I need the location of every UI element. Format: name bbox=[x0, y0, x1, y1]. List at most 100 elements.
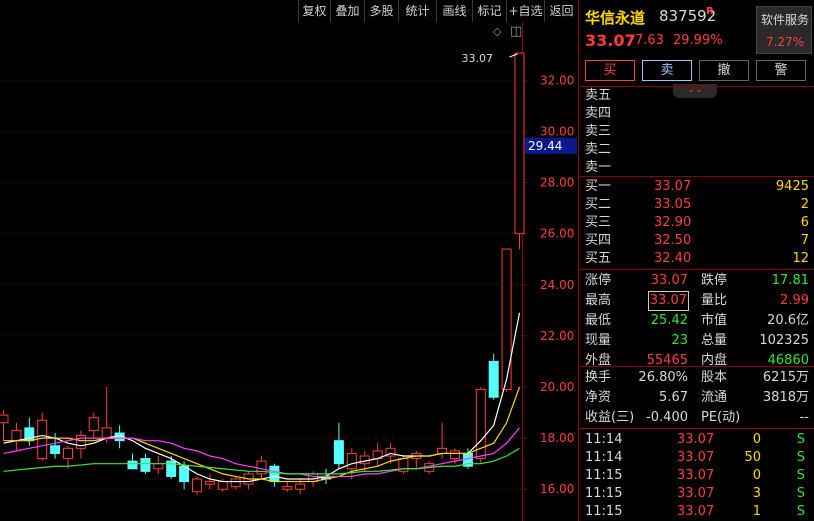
ask-row: 卖五 bbox=[579, 87, 814, 105]
stat-value: 33.07 bbox=[647, 291, 690, 311]
tick-time: 11:14 bbox=[585, 450, 623, 465]
y-tick-label: 28.00 bbox=[540, 176, 574, 190]
candle-body bbox=[0, 414, 9, 424]
alert-button[interactable]: 警 bbox=[756, 60, 806, 81]
back-button[interactable]: 返回 bbox=[544, 0, 578, 22]
restore-rights-button[interactable]: 复权 bbox=[298, 0, 330, 22]
stat-value: -0.400 bbox=[646, 410, 688, 425]
candle-body bbox=[75, 435, 86, 449]
bid-label: 买五 bbox=[585, 251, 612, 266]
bid-price: 32.50 bbox=[654, 233, 692, 248]
bid-row: 买三 32.90 6 bbox=[579, 214, 814, 232]
candle-body bbox=[63, 447, 73, 460]
tick-time: 11:14 bbox=[585, 432, 623, 447]
stat-value: 23 bbox=[671, 333, 688, 348]
chart-toolbar: 复权 叠加 多股 统计 画线 标记 +自选 返回 bbox=[0, 0, 578, 22]
stat-value: 17.81 bbox=[771, 273, 809, 288]
tick-time: 11:15 bbox=[585, 468, 623, 483]
candle-body bbox=[192, 478, 202, 493]
bid-volume: 12 bbox=[792, 251, 809, 266]
ask-label: 卖一 bbox=[585, 160, 612, 175]
candle-body bbox=[295, 483, 306, 490]
stat-label: 总量 bbox=[701, 333, 728, 348]
tick-row: 11:15 33.07 1 S bbox=[579, 503, 814, 521]
candle-body bbox=[217, 481, 228, 490]
stat-row: 净资 5.67 流通 3818万 bbox=[579, 389, 814, 407]
statistics-button[interactable]: 统计 bbox=[398, 0, 436, 22]
divider bbox=[579, 366, 814, 367]
candle-body bbox=[514, 52, 525, 235]
tick-side: S bbox=[796, 486, 805, 501]
candle-body bbox=[333, 440, 344, 465]
tick-row: 11:15 33.07 3 S bbox=[579, 485, 814, 503]
stat-row: 现量 23 总量 102325 bbox=[579, 332, 814, 350]
ask-row: 卖三 bbox=[579, 123, 814, 141]
tick-price: 33.07 bbox=[677, 486, 715, 501]
bid-label: 买三 bbox=[585, 215, 612, 230]
kline-chart[interactable]: 32.00 30.00 28.00 26.00 24.00 22.00 20.00 18.00… bbox=[0, 22, 578, 521]
stat-row: 最低 25.42 市值 20.6亿 bbox=[579, 312, 814, 330]
tick-volume: 3 bbox=[752, 486, 761, 501]
stat-value: -- bbox=[799, 410, 809, 425]
bid-volume: 2 bbox=[800, 197, 809, 212]
stat-label: 现量 bbox=[585, 333, 612, 348]
candle-body bbox=[37, 419, 48, 460]
divider bbox=[579, 428, 814, 429]
candle-body bbox=[88, 417, 99, 431]
draw-line-button[interactable]: 画线 bbox=[436, 0, 472, 22]
sell-button[interactable]: 卖 bbox=[642, 60, 692, 81]
multi-stock-button[interactable]: 多股 bbox=[364, 0, 398, 22]
ask-label: 卖四 bbox=[585, 106, 612, 121]
candle-body bbox=[140, 458, 151, 472]
add-watchlist-button[interactable]: +自选 bbox=[506, 0, 544, 22]
bid-price: 32.40 bbox=[654, 251, 692, 266]
divider bbox=[579, 269, 814, 270]
stat-value: 25.42 bbox=[650, 313, 688, 328]
bid-volume: 9425 bbox=[775, 179, 809, 194]
quote-panel: 华信永道 837592 R 软件服务 7.27% 33.07 7.63 29.9… bbox=[578, 0, 814, 521]
stat-label: 内盘 bbox=[701, 353, 728, 368]
y-tick-label: 30.00 bbox=[540, 124, 574, 138]
stat-label: PE(动) bbox=[701, 410, 741, 425]
high-marker-label: 33.07 bbox=[462, 52, 494, 65]
tick-volume: 1 bbox=[752, 504, 761, 519]
tick-row: 11:15 33.07 0 S bbox=[579, 467, 814, 485]
stat-value: 26.80% bbox=[638, 370, 688, 385]
tick-price: 33.07 bbox=[677, 432, 715, 447]
price-change-pct: 29.99% bbox=[673, 33, 723, 48]
y-tick-label: 32.00 bbox=[540, 73, 574, 87]
tick-side: S bbox=[796, 504, 805, 519]
stat-value: 20.6亿 bbox=[767, 313, 809, 328]
overlay-button[interactable]: 叠加 bbox=[330, 0, 364, 22]
buy-button[interactable]: 买 bbox=[585, 60, 635, 81]
diamond-icon[interactable]: ◇ bbox=[493, 25, 501, 38]
ask-label: 卖五 bbox=[585, 88, 612, 103]
stat-label: 股本 bbox=[701, 370, 728, 385]
tick-time: 11:15 bbox=[585, 504, 623, 519]
bid-row: 买一 33.07 9425 bbox=[579, 178, 814, 196]
stat-value: 55465 bbox=[646, 353, 688, 368]
tick-price: 33.07 bbox=[677, 468, 715, 483]
ask-row: 卖四 bbox=[579, 105, 814, 123]
cancel-order-button[interactable]: 撤 bbox=[699, 60, 749, 81]
stat-row: 换手 26.80% 股本 6215万 bbox=[579, 369, 814, 387]
mark-button[interactable]: 标记 bbox=[472, 0, 506, 22]
candle-body bbox=[11, 429, 22, 442]
sector-label: 软件服务 bbox=[760, 13, 809, 27]
bid-label: 买四 bbox=[585, 233, 612, 248]
bid-row: 买五 32.40 12 bbox=[579, 250, 814, 268]
stat-value: 2.99 bbox=[780, 293, 809, 308]
stat-label: 量比 bbox=[701, 293, 728, 308]
candle-body bbox=[269, 465, 280, 483]
candle-body bbox=[101, 427, 112, 439]
layout-toggle-icon[interactable]: ◫ bbox=[510, 24, 522, 39]
candle-body bbox=[230, 478, 241, 488]
sector-button[interactable]: 软件服务 7.27% bbox=[756, 6, 812, 54]
stat-value: 33.07 bbox=[650, 273, 688, 288]
stat-row: 最高 33.07 量比 2.99 bbox=[579, 291, 814, 311]
stat-value: 102325 bbox=[759, 333, 809, 348]
candle-body bbox=[501, 248, 512, 391]
ask-row: 卖二 bbox=[579, 141, 814, 159]
candle-body bbox=[437, 447, 448, 454]
stat-label: 跌停 bbox=[701, 273, 728, 288]
